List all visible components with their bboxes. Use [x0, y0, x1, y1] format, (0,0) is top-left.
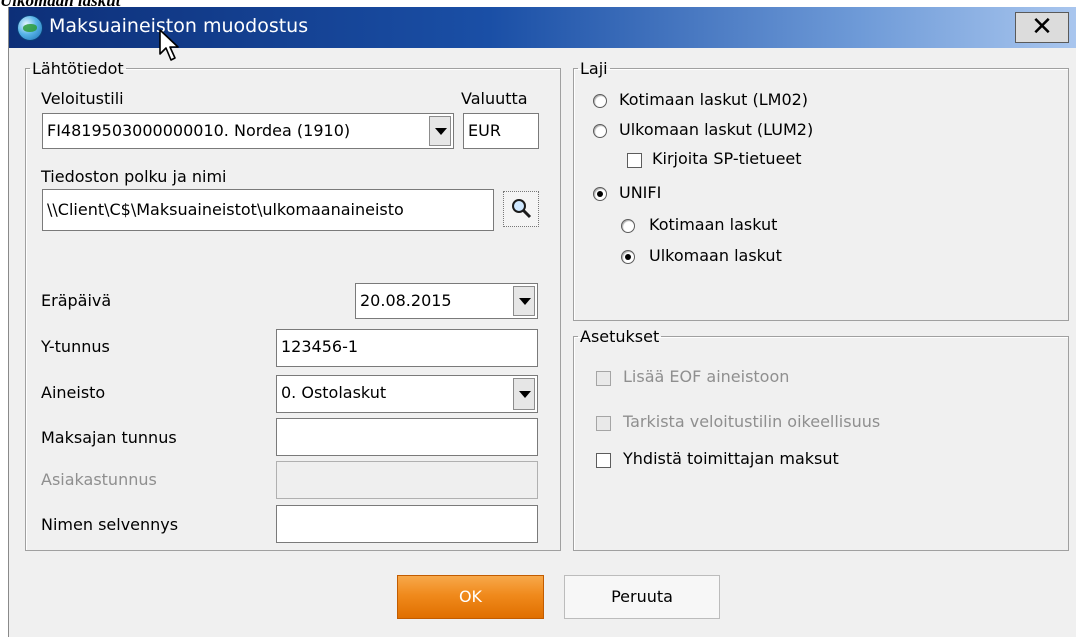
path-field[interactable]: \\Client\C$\Maksuaineistot\ulkomaanainei…	[42, 189, 494, 231]
unifi-kotimaan-label[interactable]: Kotimaan laskut	[649, 215, 777, 234]
ulkomaan-lum2-label[interactable]: Ulkomaan laskut (LUM2)	[619, 120, 813, 139]
lahtotiedot-legend: Lähtötiedot	[32, 59, 124, 78]
asetukset-group: Asetukset	[573, 327, 1069, 551]
radio-kotimaan-lm02[interactable]	[593, 94, 607, 108]
chevron-down-icon[interactable]	[513, 378, 535, 410]
unifi-ulkomaan-label[interactable]: Ulkomaan laskut	[649, 246, 782, 265]
veloitustili-label: Veloitustili	[41, 89, 124, 108]
ytunnus-label: Y-tunnus	[41, 337, 110, 356]
ok-button[interactable]: OK	[397, 575, 544, 619]
aineisto-select[interactable]: 0. Ostolaskut	[276, 375, 538, 413]
ytunnus-field[interactable]: 123456-1	[276, 329, 538, 367]
laji-legend: Laji	[580, 59, 608, 78]
yhdista-checkbox[interactable]	[596, 453, 611, 468]
maksajan-field[interactable]	[276, 418, 538, 456]
tarkista-label: Tarkista veloitustilin oikeellisuus	[623, 412, 881, 431]
asetukset-legend: Asetukset	[580, 327, 660, 346]
kotimaan-lm02-label[interactable]: Kotimaan laskut (LM02)	[619, 90, 808, 109]
radio-unifi[interactable]	[593, 187, 607, 201]
app-globe-icon	[17, 15, 43, 41]
asiakastunnus-field	[276, 461, 538, 499]
yhdista-label[interactable]: Yhdistä toimittajan maksut	[623, 449, 839, 468]
mouse-cursor-icon	[159, 29, 179, 61]
valuutta-field[interactable]: EUR	[463, 113, 539, 149]
erapaiva-label: Eräpäivä	[41, 291, 112, 310]
asiakastunnus-label: Asiakastunnus	[41, 470, 157, 489]
radio-unifi-ulkomaan[interactable]	[621, 250, 635, 264]
valuutta-label: Valuutta	[461, 89, 528, 108]
radio-unifi-kotimaan[interactable]	[621, 219, 635, 233]
cancel-button[interactable]: Peruuta	[564, 575, 720, 619]
chevron-down-icon[interactable]	[429, 116, 451, 146]
chevron-down-icon[interactable]	[513, 286, 535, 316]
close-button[interactable]: ✕	[1015, 12, 1069, 43]
kirjoita-sp-checkbox[interactable]	[627, 153, 642, 168]
aineisto-label: Aineisto	[41, 383, 106, 402]
lisaa-eof-checkbox	[596, 371, 611, 386]
erapaiva-picker[interactable]: 20.08.2015	[355, 283, 538, 319]
radio-ulkomaan-lum2[interactable]	[593, 124, 607, 138]
erapaiva-value: 20.08.2015	[360, 291, 452, 310]
dialog-window: Maksuaineiston muodostus ✕ Lähtötiedot V…	[8, 7, 1076, 637]
lisaa-eof-label: Lisää EOF aineistoon	[623, 367, 790, 386]
aineisto-value: 0. Ostolaskut	[281, 383, 387, 402]
nimen-label: Nimen selvennys	[41, 515, 179, 534]
search-icon	[512, 199, 532, 219]
nimen-field[interactable]	[276, 505, 538, 543]
veloitustili-value: FI4819503000000010. Nordea (1910)	[47, 121, 351, 140]
maksajan-label: Maksajan tunnus	[41, 428, 177, 447]
unifi-label[interactable]: UNIFI	[619, 183, 661, 202]
browse-button[interactable]	[503, 191, 539, 227]
veloitustili-select[interactable]: FI4819503000000010. Nordea (1910)	[42, 113, 454, 149]
path-label: Tiedoston polku ja nimi	[41, 167, 227, 186]
kirjoita-sp-label[interactable]: Kirjoita SP-tietueet	[652, 149, 802, 168]
tarkista-checkbox	[596, 416, 611, 431]
